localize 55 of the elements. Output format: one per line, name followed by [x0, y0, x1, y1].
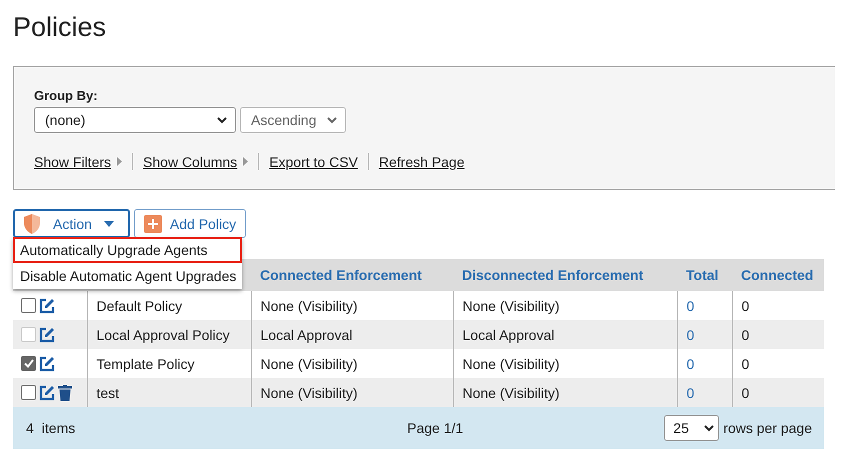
- rows-per-page-label: rows per page: [723, 420, 812, 436]
- chevron-down-icon: [704, 424, 714, 432]
- item-count: 4: [26, 420, 34, 436]
- table-cell[interactable]: 0: [677, 291, 732, 320]
- table-cell[interactable]: 0: [677, 349, 732, 378]
- chevron-down-icon: [217, 116, 227, 124]
- add-policy-button[interactable]: Add Policy: [134, 209, 246, 238]
- table-cell: None (Visibility): [251, 378, 453, 407]
- panel-link[interactable]: Show Filters: [34, 154, 112, 170]
- caret-down-icon: [104, 220, 114, 226]
- table-cell: Local Approval: [453, 320, 677, 349]
- shield-icon: [23, 214, 41, 234]
- caret-right-icon: [117, 157, 122, 166]
- column-header[interactable]: Disconnected Enforcement: [453, 259, 677, 291]
- edit-icon[interactable]: [39, 356, 55, 372]
- table-cell: None (Visibility): [453, 349, 677, 378]
- items-label: items: [42, 420, 76, 436]
- table-cell: Default Policy: [87, 291, 251, 320]
- page-title: Policies: [13, 11, 108, 44]
- order-select[interactable]: Ascending: [240, 107, 346, 133]
- page-indicator: Page 1/1: [407, 420, 464, 436]
- panel-link[interactable]: Show Columns: [143, 154, 238, 170]
- table-cell: Local Approval: [251, 320, 453, 349]
- panel-link[interactable]: Export to CSV: [269, 154, 358, 170]
- group-by-select[interactable]: (none): [34, 107, 236, 133]
- edit-icon[interactable]: [39, 298, 55, 314]
- menu-item[interactable]: Automatically Upgrade Agents: [13, 237, 242, 263]
- table-cell[interactable]: 0: [677, 378, 732, 407]
- table-cell: None (Visibility): [453, 378, 677, 407]
- row-checkbox[interactable]: [21, 385, 36, 400]
- plus-icon: [144, 214, 162, 232]
- table-cell: None (Visibility): [251, 349, 453, 378]
- caret-right-icon: [243, 157, 248, 166]
- edit-icon[interactable]: [39, 384, 55, 400]
- group-by-label: Group By:: [34, 88, 98, 103]
- table-cell: 0: [732, 349, 824, 378]
- action-button[interactable]: Action: [13, 209, 130, 238]
- row-checkbox[interactable]: [21, 298, 36, 313]
- column-header[interactable]: Total: [677, 259, 732, 291]
- chevron-down-icon: [327, 116, 337, 124]
- table-cell: None (Visibility): [251, 291, 453, 320]
- table-cell: Template Policy: [87, 349, 251, 378]
- rows-per-page-select[interactable]: 25: [664, 415, 720, 441]
- table-cell: 0: [732, 291, 824, 320]
- menu-item[interactable]: Disable Automatic Agent Upgrades: [13, 263, 242, 289]
- table-cell: 0: [732, 320, 824, 349]
- row-checkbox[interactable]: [21, 356, 36, 371]
- table-cell: Local Approval Policy: [87, 320, 251, 349]
- table-cell: 0: [732, 378, 824, 407]
- table-cell: test: [87, 378, 251, 407]
- trash-icon[interactable]: [58, 384, 72, 400]
- column-header[interactable]: Connected: [732, 259, 824, 291]
- panel-link[interactable]: Refresh Page: [378, 154, 464, 170]
- table-cell: None (Visibility): [453, 291, 677, 320]
- column-header[interactable]: Connected Enforcement: [251, 259, 453, 291]
